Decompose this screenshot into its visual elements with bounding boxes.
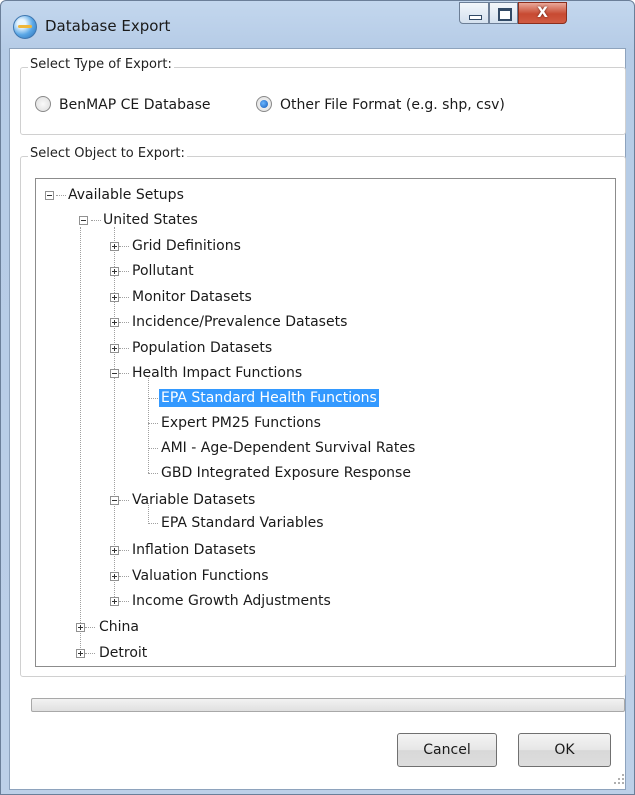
export-progress-bar [31,698,625,712]
collapse-icon[interactable] [110,369,119,378]
close-button[interactable]: X [518,2,567,24]
tree-line [119,348,129,349]
tree-line [119,576,129,577]
tree-line [119,601,129,602]
collapse-icon[interactable] [79,216,88,225]
tree-line [119,297,129,298]
tree-node-variable-datasets[interactable]: Variable Datasets [132,491,255,509]
tree-node-valuation-functions[interactable]: Valuation Functions [132,567,269,585]
tree-node-china[interactable]: China [99,618,139,636]
tree-node-united-states[interactable]: United States [103,211,198,229]
tree-node-income-growth-adjustments[interactable]: Income Growth Adjustments [132,592,331,610]
expand-icon[interactable] [110,267,119,276]
radio-circle-selected[interactable] [256,96,272,112]
tree-line [148,523,158,524]
radio-circle[interactable] [35,96,51,112]
tree-line [119,322,129,323]
tree-node-epa-standard-health-functions[interactable]: EPA Standard Health Functions [159,389,379,407]
tree-line [148,423,158,424]
window-title: Database Export [45,17,171,35]
expand-icon[interactable] [76,649,85,658]
tree-line [148,376,149,473]
tree-node-grid-definitions[interactable]: Grid Definitions [132,237,241,255]
expand-icon[interactable] [110,572,119,581]
radio-benmap-database[interactable]: BenMAP CE Database [35,96,211,113]
tree-line [80,227,81,631]
tree-line [56,195,66,196]
tree-node-available-setups[interactable]: Available Setups [68,186,184,204]
tree-node-expert-pm25-functions[interactable]: Expert PM25 Functions [161,414,321,432]
expand-icon[interactable] [110,344,119,353]
radio-other-file-format[interactable]: Other File Format (e.g. shp, csv) [256,96,505,113]
tree-node-population-datasets[interactable]: Population Datasets [132,339,272,357]
tree-line [148,398,158,399]
tree-line [119,500,129,501]
radio-label: Other File Format (e.g. shp, csv) [280,97,505,113]
tree-node-epa-standard-variables[interactable]: EPA Standard Variables [161,514,324,532]
close-icon: X [537,5,548,21]
expand-icon[interactable] [110,242,119,251]
tree-line [85,653,95,654]
maximize-button[interactable] [489,2,518,24]
cancel-button[interactable]: Cancel [397,733,497,767]
tree-line [119,550,129,551]
tree-line [148,448,158,449]
export-type-legend: Select Type of Export: [28,57,174,72]
tree-line [85,627,95,628]
export-object-legend: Select Object to Export: [28,146,187,161]
resize-grip-icon[interactable] [612,772,626,786]
tree-line [119,271,129,272]
radio-label: BenMAP CE Database [59,97,211,113]
maximize-icon [498,8,512,21]
expand-icon[interactable] [110,293,119,302]
minimize-icon [469,15,482,20]
tree-node-monitor-datasets[interactable]: Monitor Datasets [132,288,252,306]
tree-line [119,246,129,247]
tree-node-gbd-exposure-response[interactable]: GBD Integrated Exposure Response [161,464,411,482]
expand-icon[interactable] [76,623,85,632]
ok-button[interactable]: OK [518,733,611,767]
tree-node-detroit[interactable]: Detroit [99,644,147,662]
export-type-group: Select Type of Export: BenMAP CE Databas… [20,57,626,135]
collapse-icon[interactable] [45,191,54,200]
collapse-icon[interactable] [110,496,119,505]
globe-database-icon [13,15,37,39]
tree-node-pollutant[interactable]: Pollutant [132,262,194,280]
expand-icon[interactable] [110,546,119,555]
minimize-button[interactable] [459,2,489,24]
tree-node-ami-survival-rates[interactable]: AMI - Age-Dependent Survival Rates [161,439,415,457]
tree-line [148,473,158,474]
tree-node-incidence-prevalence[interactable]: Incidence/Prevalence Datasets [132,313,347,331]
tree-line [119,373,129,374]
tree-node-health-impact-functions[interactable]: Health Impact Functions [132,364,302,382]
expand-icon[interactable] [110,318,119,327]
tree-line [91,220,101,221]
tree-line [114,227,115,601]
tree-node-inflation-datasets[interactable]: Inflation Datasets [132,541,256,559]
expand-icon[interactable] [110,597,119,606]
title-bar[interactable]: Database Export X [1,1,634,49]
